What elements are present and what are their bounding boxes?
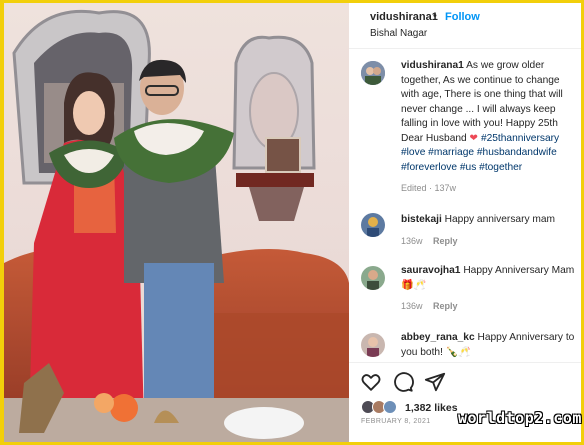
avatar-image-icon <box>361 213 385 237</box>
avatar-image-icon <box>361 61 385 85</box>
paper-plane-icon[interactable] <box>424 371 446 393</box>
reply-button[interactable]: Reply <box>433 236 458 246</box>
site-watermark: worldtop2.com <box>458 409 582 427</box>
post-photo[interactable] <box>4 3 349 442</box>
commenter-avatar[interactable] <box>361 266 385 290</box>
avatar-image-icon <box>361 266 385 290</box>
caption-meta: Edited · 137w <box>401 183 457 193</box>
heart-emoji: ❤ <box>469 132 479 144</box>
comment-bubble-icon[interactable] <box>392 371 414 393</box>
caption-time[interactable]: 137w <box>435 183 457 193</box>
reply-button[interactable]: Reply <box>433 301 458 311</box>
separator-dot: • <box>433 10 437 22</box>
caption-text: vidushirana1 As we grow older together, … <box>401 59 575 196</box>
comment-username[interactable]: sauravojha1 <box>401 265 460 276</box>
comment-text: sauravojha1 Happy Anniversary Mam 🎁🥂 <box>401 264 576 293</box>
post-date[interactable]: FEBRUARY 8, 2021 <box>361 418 431 425</box>
comment-time[interactable]: 136w <box>401 236 423 246</box>
commenter-avatar[interactable] <box>361 333 385 357</box>
post-header: vidushirana1 • Follow Bishal Nagar <box>349 3 581 49</box>
commenter-avatar[interactable] <box>361 213 385 237</box>
caption-username[interactable]: vidushirana1 <box>401 60 464 71</box>
likes-count[interactable]: 1,382 likes <box>405 402 458 414</box>
liker-avatar <box>383 400 397 414</box>
couple-photo-illustration <box>4 3 349 442</box>
comment-username[interactable]: abbey_rana_kc <box>401 332 475 343</box>
post-actions: 1,382 likes FEBRUARY 8, 2021 <box>349 362 581 442</box>
caption-body: As we grow older together, As we continu… <box>401 60 563 144</box>
follow-button[interactable]: Follow <box>445 11 480 23</box>
edited-label: Edited <box>401 183 427 193</box>
comment-time[interactable]: 136w <box>401 301 423 311</box>
comment-meta: 136w Reply <box>401 236 458 246</box>
likes-number: 1,382 <box>405 402 432 414</box>
avatar-image-icon <box>361 333 385 357</box>
author-avatar[interactable] <box>361 61 385 85</box>
comment-text: abbey_rana_kc Happy Anniversary to you b… <box>401 331 576 360</box>
author-username[interactable]: vidushirana1 <box>370 11 438 23</box>
comment-text: bistekaji Happy anniversary mam <box>401 213 576 228</box>
comment-username[interactable]: bistekaji <box>401 214 442 225</box>
comment-body: Happy anniversary mam <box>444 214 556 225</box>
likes-label: likes <box>434 402 458 414</box>
heart-outline-icon[interactable] <box>360 371 382 393</box>
post-details-panel: vidushirana1 • Follow Bishal Nagar vidus… <box>349 3 581 442</box>
post-location[interactable]: Bishal Nagar <box>370 28 427 39</box>
comment-meta: 136w Reply <box>401 301 458 311</box>
